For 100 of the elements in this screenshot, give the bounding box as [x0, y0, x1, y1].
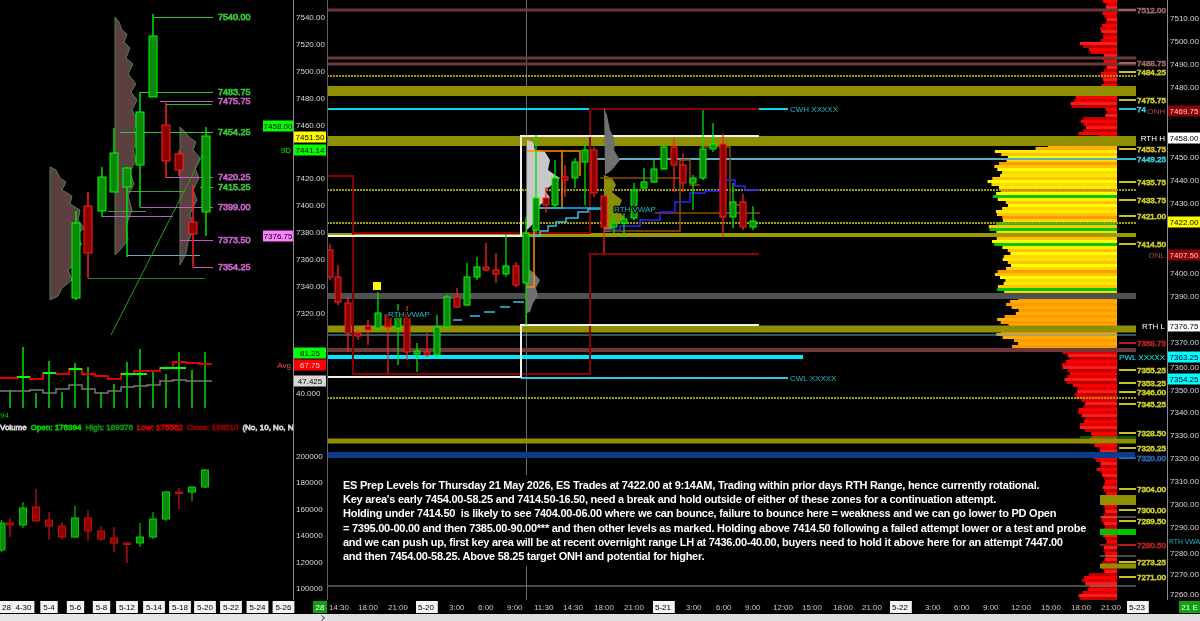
candle — [188, 485, 196, 502]
time-label: 11:30 — [534, 602, 554, 612]
indicator-bar — [35, 392, 37, 409]
candle — [502, 234, 510, 278]
level-label: 7271.00 — [1137, 572, 1166, 582]
candle — [123, 541, 131, 564]
level-label: 7454.25 — [218, 127, 251, 137]
scrollbar[interactable] — [327, 614, 1200, 621]
price-tag: 81.25 — [294, 347, 326, 359]
level-label: 7328.50 — [1137, 428, 1166, 438]
scrollbar[interactable] — [0, 614, 327, 621]
level-line — [1118, 576, 1137, 578]
chevron-right-icon[interactable] — [321, 614, 325, 621]
candle — [174, 149, 184, 177]
candle — [97, 166, 107, 218]
candle — [32, 488, 40, 523]
price-axis-label: 7310.00 — [1170, 476, 1199, 486]
candle — [689, 174, 697, 211]
time-label: 6:00 — [954, 602, 970, 612]
price-axis-label: 7280.00 — [1170, 548, 1199, 558]
level-band — [1100, 563, 1136, 569]
square-marker-icon — [373, 282, 381, 290]
candle — [571, 157, 579, 189]
price-axis-label: 7400.00 — [1170, 268, 1199, 278]
level-label: 7433.75 — [1137, 195, 1166, 205]
level-line — [1118, 432, 1137, 434]
level-label: 7355.25 — [1137, 365, 1166, 375]
tag-label: 9D — [280, 145, 291, 155]
indicator-bar — [9, 389, 11, 409]
indicator-bar — [191, 369, 193, 409]
candle — [413, 342, 421, 373]
date-label: 5-18 — [169, 601, 191, 613]
price-axis-label: 7500.00 — [296, 66, 325, 76]
level-line — [1118, 342, 1137, 344]
level-label: 7488.75 — [1137, 58, 1166, 68]
candle — [84, 509, 92, 542]
date-label: 5-8 — [92, 601, 111, 613]
legend-value: Volume — [0, 422, 27, 432]
range-tag: 28 — [313, 601, 327, 613]
level-line — [1118, 199, 1137, 201]
volume-profile — [604, 108, 620, 175]
level-line — [1118, 108, 1137, 110]
price-tag: 7354.25 — [1168, 373, 1200, 385]
candle — [610, 211, 618, 234]
candle — [729, 182, 737, 229]
price-tag: 7441.14 — [294, 144, 326, 156]
date-label: 5-6 — [66, 601, 85, 613]
price-axis-label: 7290.00 — [1170, 522, 1199, 532]
price-axis-label: 7540.00 — [296, 12, 325, 22]
candle — [640, 167, 648, 190]
candle — [453, 287, 461, 309]
price-tag: 67.75 — [294, 359, 326, 371]
legend-value: (No, 10, No, N — [242, 422, 294, 432]
date-label: 5-14 — [143, 601, 165, 613]
candle — [45, 511, 53, 541]
price-axis-label: 7320.00 — [1170, 453, 1199, 463]
level-line — [165, 104, 213, 105]
range-tag: 21 E — [1179, 601, 1200, 613]
price-axis-label: 7320.00 — [296, 308, 325, 318]
candle — [175, 487, 183, 510]
candle — [600, 195, 608, 254]
price-tag: 47.425 — [294, 375, 326, 387]
candle — [620, 212, 628, 238]
level-label: 7475.75 — [218, 96, 251, 106]
price-tag: 7363.25 — [1168, 351, 1200, 363]
tag-label: RTH L — [1142, 321, 1165, 331]
level-label: 7273.25 — [1137, 557, 1166, 567]
date-label: 5-20 — [194, 601, 216, 613]
candle — [110, 526, 118, 553]
legend-value: Open: 176394 — [30, 422, 82, 432]
indicator-axis-label: 40.000 — [296, 388, 321, 398]
price-axis-label: 7300.00 — [1170, 499, 1199, 509]
price-axis-label: 7510.00 — [1170, 13, 1199, 23]
level-line — [1118, 243, 1137, 245]
date-label: 28 — [0, 601, 13, 613]
date-label: 5-24 — [246, 601, 269, 613]
level-label: 7300.00 — [1137, 505, 1166, 515]
level-line — [1118, 369, 1137, 371]
level-label: 7354.25 — [218, 262, 251, 272]
price-axis-label: 7480.00 — [1170, 82, 1199, 92]
candle — [109, 127, 119, 193]
volume-axis-label: 200000 — [296, 451, 323, 461]
level-line — [1118, 561, 1137, 563]
level-label: 7326.25 — [1137, 443, 1166, 453]
date-label: 5-21 — [653, 601, 675, 613]
price-tag: 7376.75 — [263, 230, 293, 242]
price-axis-label: 7260.00 — [1170, 589, 1199, 599]
level-line — [1118, 71, 1137, 73]
indicator-bar — [87, 366, 89, 409]
level-label: 7435.75 — [1137, 177, 1166, 187]
date-label: 5-23 — [1127, 601, 1149, 613]
price-axis-label: 7400.00 — [296, 200, 325, 210]
time-label: 21:00 — [388, 602, 409, 612]
candle — [354, 329, 362, 341]
indicator-bar — [61, 391, 63, 409]
level-label: 7345.25 — [1137, 399, 1166, 409]
volume-axis-label: 160000 — [296, 504, 323, 514]
level-line — [1079, 436, 1137, 438]
price-axis-label: 7350.00 — [1170, 385, 1199, 395]
level-label: 7420.25 — [218, 172, 251, 182]
